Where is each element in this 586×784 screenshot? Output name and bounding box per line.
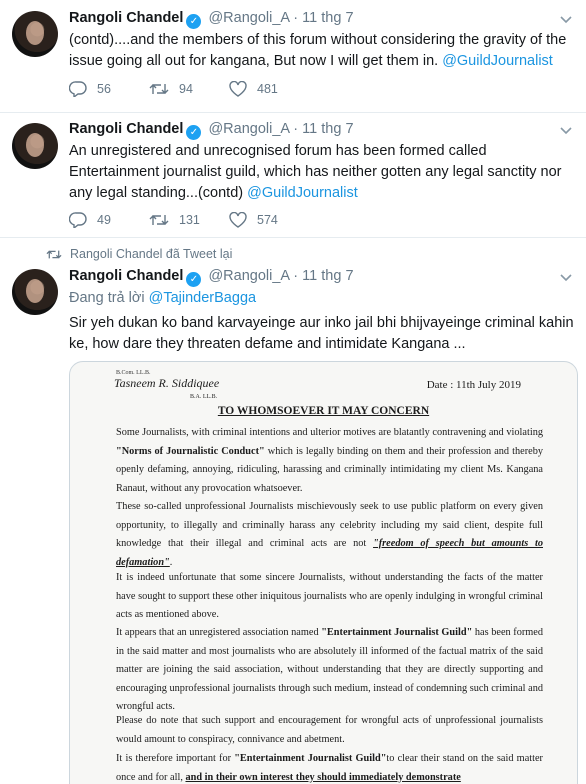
verified-badge-icon: ✓	[186, 125, 202, 140]
author-handle[interactable]: @Rangoli_A	[208, 10, 289, 26]
avatar[interactable]	[12, 11, 58, 57]
text-run-bold: "Norms of Journalistic Conduct"	[116, 445, 265, 457]
letter-paragraph-3: It is indeed unfortunate that some since…	[116, 569, 543, 625]
letter-paragraph-5: Please do note that such support and enc…	[116, 712, 543, 749]
retweet-icon	[149, 84, 169, 94]
retweet-context-label[interactable]: Rangoli Chandel đã Tweet lại	[70, 247, 232, 261]
separator-dot: ·	[293, 268, 299, 284]
avatar[interactable]	[12, 123, 58, 169]
verified-badge-icon: ✓	[186, 14, 202, 29]
tweet-text: (contd)....and the members of this forum…	[69, 30, 574, 72]
like-count: 574	[257, 213, 278, 227]
retweet-button[interactable]: 131	[149, 213, 229, 227]
letter-paragraph-1: Some Journalists, with criminal intentio…	[116, 424, 543, 498]
text-run: Some Journalists, with criminal intentio…	[116, 427, 543, 438]
reply-button[interactable]: 56	[69, 81, 149, 97]
reply-to-link[interactable]: @TajinderBagga	[149, 290, 256, 306]
text-run: has been formed in the said matter and m…	[116, 627, 543, 712]
tweet-time[interactable]: 11 thg 7	[302, 268, 353, 284]
text-run-underlined: and in their own interest they should im…	[185, 771, 461, 783]
heart-icon	[229, 81, 247, 97]
tweet-2[interactable]: Rangoli Chandel ✓ @Rangoli_A · 11 thg 7 A…	[0, 113, 586, 238]
reply-count: 49	[97, 213, 111, 227]
tweet-text: Sir yeh dukan ko band karvayeinge aur in…	[69, 313, 574, 355]
text-run: It is therefore important for	[116, 753, 235, 764]
verified-badge-icon: ✓	[186, 272, 202, 287]
text-run: .	[169, 556, 173, 568]
author-handle[interactable]: @Rangoli_A	[208, 121, 289, 137]
retweet-context: Rangoli Chandel đã Tweet lại	[46, 247, 232, 261]
avatar[interactable]	[12, 269, 58, 315]
retweet-count: 131	[179, 213, 200, 227]
reply-context: Đang trả lời @TajinderBagga	[69, 288, 574, 309]
tweet-time[interactable]: 11 thg 7	[302, 121, 353, 137]
retweet-icon	[149, 215, 169, 225]
like-count: 481	[257, 82, 278, 96]
mention-link[interactable]: @GuildJournalist	[442, 53, 553, 69]
heart-icon	[229, 212, 247, 228]
retweet-icon	[46, 249, 62, 259]
separator-dot: ·	[293, 10, 299, 26]
letter-paragraph-6: It is therefore important for "Entertain…	[116, 750, 543, 784]
author-name[interactable]: Rangoli Chandel	[69, 268, 183, 284]
tweet-1[interactable]: Rangoli Chandel ✓ @Rangoli_A · 11 thg 7 (…	[0, 0, 586, 113]
letter-date: Date : 11th July 2019	[426, 379, 521, 391]
tweet-actions: 49 131 574	[69, 212, 309, 228]
tweet-time[interactable]: 11 thg 7	[302, 10, 353, 26]
chevron-down-icon[interactable]	[560, 274, 572, 282]
text-run: Please do note that such support and enc…	[116, 715, 543, 745]
letter-page: B.Com. LL.B. Tasneem R. Siddiquee B.A. L…	[70, 362, 577, 784]
text-run-bold: "Entertainment Journalist Guild"	[321, 627, 473, 638]
reply-count: 56	[97, 82, 111, 96]
tweet-header: Rangoli Chandel ✓ @Rangoli_A · 11 thg 7	[69, 10, 354, 29]
text-run-bold: "Entertainment Journalist Guild"	[234, 753, 387, 764]
letter-title: TO WHOMSOEVER IT MAY CONCERN	[217, 405, 430, 417]
reply-icon	[69, 81, 87, 97]
separator-dot: ·	[293, 121, 299, 137]
tweet-header: Rangoli Chandel ✓ @Rangoli_A · 11 thg 7	[69, 121, 354, 140]
letter-paragraph-4: It appears that an unregistered associat…	[116, 624, 543, 717]
text-run: It is indeed unfortunate that some since…	[116, 572, 543, 620]
tweet-body: Sir yeh dukan ko band karvayeinge aur in…	[69, 315, 574, 352]
attached-document-image[interactable]: B.Com. LL.B. Tasneem R. Siddiquee B.A. L…	[69, 361, 578, 784]
reply-button[interactable]: 49	[69, 212, 149, 228]
author-name[interactable]: Rangoli Chandel	[69, 10, 183, 26]
chevron-down-icon[interactable]	[560, 127, 572, 135]
tweet-text: An unregistered and unrecognised forum h…	[69, 141, 574, 204]
reply-icon	[69, 212, 87, 228]
retweet-count: 94	[179, 82, 193, 96]
author-handle[interactable]: @Rangoli_A	[208, 268, 289, 284]
letter-paragraph-2: These so-called unprofessional Journalis…	[116, 498, 543, 572]
like-button[interactable]: 574	[229, 212, 309, 228]
mention-link[interactable]: @GuildJournalist	[247, 185, 358, 201]
tweet-header: Rangoli Chandel ✓ @Rangoli_A · 11 thg 7	[69, 268, 354, 287]
text-run: It appears that an unregistered associat…	[116, 627, 322, 638]
chevron-down-icon[interactable]	[560, 16, 572, 24]
tweet-actions: 56 94 481	[69, 81, 309, 97]
retweet-button[interactable]: 94	[149, 82, 229, 96]
author-name[interactable]: Rangoli Chandel	[69, 121, 183, 137]
reply-prefix: Đang trả lời	[69, 290, 145, 306]
like-button[interactable]: 481	[229, 81, 309, 97]
